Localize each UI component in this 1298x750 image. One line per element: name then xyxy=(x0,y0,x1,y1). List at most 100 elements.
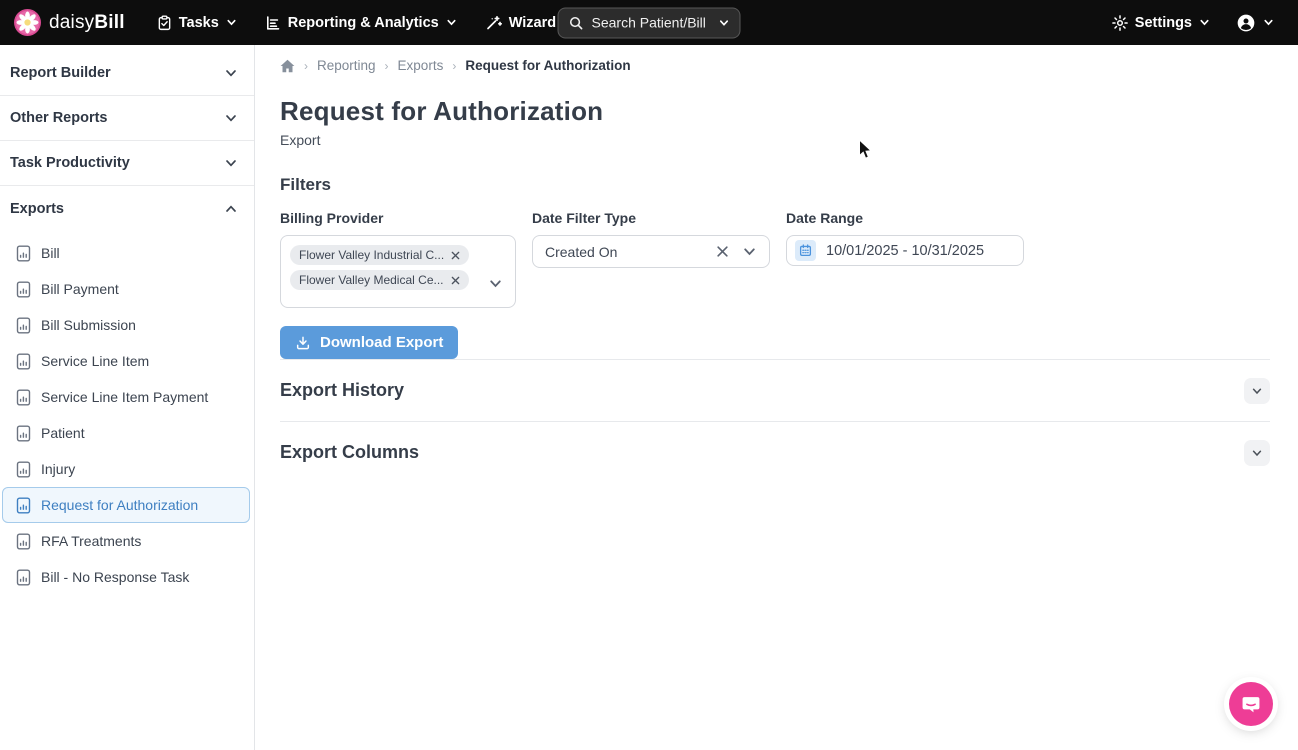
reports-sidebar: Report Builder Other Reports Task Produc… xyxy=(0,45,255,750)
breadcrumb-exports[interactable]: Exports xyxy=(398,58,444,73)
billing-provider-chip: Flower Valley Medical Ce... xyxy=(290,270,469,290)
sidebar-item-service-line-item[interactable]: Service Line Item xyxy=(2,343,250,379)
report-document-icon xyxy=(16,281,31,298)
chat-launcher-button[interactable] xyxy=(1229,682,1273,726)
clear-icon[interactable] xyxy=(716,245,729,258)
sidebar-item-label: Patient xyxy=(41,425,85,441)
remove-chip-icon[interactable] xyxy=(451,251,460,260)
sidebar-item-rfa-treatments[interactable]: RFA Treatments xyxy=(2,523,250,559)
breadcrumb-reporting[interactable]: Reporting xyxy=(317,58,376,73)
section-label: Other Reports xyxy=(10,110,108,126)
sidebar-item-label: Bill Submission xyxy=(41,317,136,333)
date-range-input[interactable]: 10/01/2025 - 10/31/2025 xyxy=(786,235,1024,266)
navbar-right: Settings xyxy=(1102,5,1284,41)
chevron-down-icon[interactable] xyxy=(742,244,757,259)
chevron-down-icon xyxy=(224,111,238,125)
section-label: Report Builder xyxy=(10,65,111,81)
billing-provider-multiselect[interactable]: Flower Valley Industrial C... Flower Val… xyxy=(280,235,516,308)
sidebar-item-label: Service Line Item Payment xyxy=(41,389,208,405)
report-document-icon xyxy=(16,317,31,334)
breadcrumb-separator: › xyxy=(304,59,308,73)
nav-tasks-label: Tasks xyxy=(179,15,219,31)
sidebar-item-bill-submission[interactable]: Bill Submission xyxy=(2,307,250,343)
chevron-down-icon xyxy=(1251,385,1263,397)
chevron-down-icon xyxy=(719,17,730,28)
date-filter-type-select[interactable]: Created On xyxy=(532,235,770,268)
report-document-icon xyxy=(16,497,31,514)
sidebar-item-label: Bill Payment xyxy=(41,281,119,297)
sidebar-item-label: RFA Treatments xyxy=(41,533,141,549)
nav-tasks-menu[interactable]: Tasks xyxy=(147,7,247,39)
sidebar-item-bill[interactable]: Bill xyxy=(2,235,250,271)
download-export-button[interactable]: Download Export xyxy=(280,326,458,359)
nav-settings-menu[interactable]: Settings xyxy=(1102,7,1220,39)
download-icon xyxy=(295,335,311,351)
nav-reporting-analytics-menu[interactable]: Reporting & Analytics xyxy=(255,7,467,39)
brand-logo[interactable]: daisyBill xyxy=(14,9,125,36)
user-circle-icon xyxy=(1236,13,1256,33)
billing-provider-chip: Flower Valley Industrial C... xyxy=(290,245,469,265)
report-document-icon xyxy=(16,533,31,550)
report-document-icon xyxy=(16,461,31,478)
report-document-icon xyxy=(16,389,31,406)
bar-chart-icon xyxy=(265,15,281,31)
export-history-section: Export History xyxy=(280,359,1270,421)
export-columns-title: Export Columns xyxy=(280,442,419,463)
page-subtitle: Export xyxy=(280,132,1270,148)
sidebar-item-bill-payment[interactable]: Bill Payment xyxy=(2,271,250,307)
date-range-label: Date Range xyxy=(786,210,1024,226)
top-navbar: daisyBill Tasks Rep xyxy=(0,0,1298,45)
chip-label: Flower Valley Industrial C... xyxy=(299,248,444,262)
nav-reporting-label: Reporting & Analytics xyxy=(288,15,439,31)
sidebar-section-other-reports[interactable]: Other Reports xyxy=(0,96,254,141)
main-content: › Reporting › Exports › Request for Auth… xyxy=(255,45,1298,750)
chevron-down-icon xyxy=(1263,17,1274,28)
sidebar-section-report-builder[interactable]: Report Builder xyxy=(0,51,254,96)
sidebar-item-label: Bill xyxy=(41,245,60,261)
export-columns-toggle-button[interactable] xyxy=(1244,440,1270,466)
chevron-down-icon xyxy=(1251,447,1263,459)
brand-name: daisyBill xyxy=(49,12,125,34)
filters-heading: Filters xyxy=(280,175,1270,195)
page-title: Request for Authorization xyxy=(280,96,1270,127)
date-filter-type-value: Created On xyxy=(545,244,716,260)
gear-icon xyxy=(1112,15,1128,31)
filters-row: Billing Provider Flower Valley Industria… xyxy=(280,210,1270,308)
nav-wizard-label: Wizard xyxy=(509,15,556,31)
home-icon[interactable] xyxy=(280,59,295,73)
sidebar-item-label: Injury xyxy=(41,461,75,477)
remove-chip-icon[interactable] xyxy=(451,276,460,285)
chevron-down-icon xyxy=(1199,17,1210,28)
export-history-title: Export History xyxy=(280,380,404,401)
date-filter-type-label: Date Filter Type xyxy=(532,210,770,226)
chevron-down-icon[interactable] xyxy=(488,276,503,291)
chevron-down-icon xyxy=(224,66,238,80)
sidebar-item-label: Bill - No Response Task xyxy=(41,569,189,585)
export-columns-section: Export Columns xyxy=(280,421,1270,483)
sidebar-item-request-for-authorization[interactable]: Request for Authorization xyxy=(2,487,250,523)
search-icon xyxy=(569,15,584,30)
sidebar-item-service-line-item-payment[interactable]: Service Line Item Payment xyxy=(2,379,250,415)
chevron-up-icon xyxy=(224,202,238,216)
section-label: Task Productivity xyxy=(10,155,130,171)
sidebar-item-bill-no-response-task[interactable]: Bill - No Response Task xyxy=(2,559,250,595)
report-document-icon xyxy=(16,425,31,442)
sidebar-item-injury[interactable]: Injury xyxy=(2,451,250,487)
search-patient-bill[interactable]: Search Patient/Bill xyxy=(558,7,741,38)
breadcrumb-separator: › xyxy=(452,59,456,73)
chip-label: Flower Valley Medical Ce... xyxy=(299,273,444,287)
chevron-down-icon xyxy=(446,17,457,28)
calendar-icon xyxy=(795,240,816,261)
breadcrumb-separator: › xyxy=(385,59,389,73)
report-document-icon xyxy=(16,569,31,586)
chevron-down-icon xyxy=(224,156,238,170)
sidebar-section-task-productivity[interactable]: Task Productivity xyxy=(0,141,254,186)
search-placeholder: Search Patient/Bill xyxy=(592,15,711,31)
export-history-toggle-button[interactable] xyxy=(1244,378,1270,404)
chevron-down-icon xyxy=(226,17,237,28)
daisy-logo-icon xyxy=(14,9,41,36)
nav-account-menu[interactable] xyxy=(1226,5,1284,41)
sidebar-item-patient[interactable]: Patient xyxy=(2,415,250,451)
sidebar-section-exports[interactable]: Exports xyxy=(0,186,254,231)
date-filter-type-field: Date Filter Type Created On xyxy=(532,210,770,308)
